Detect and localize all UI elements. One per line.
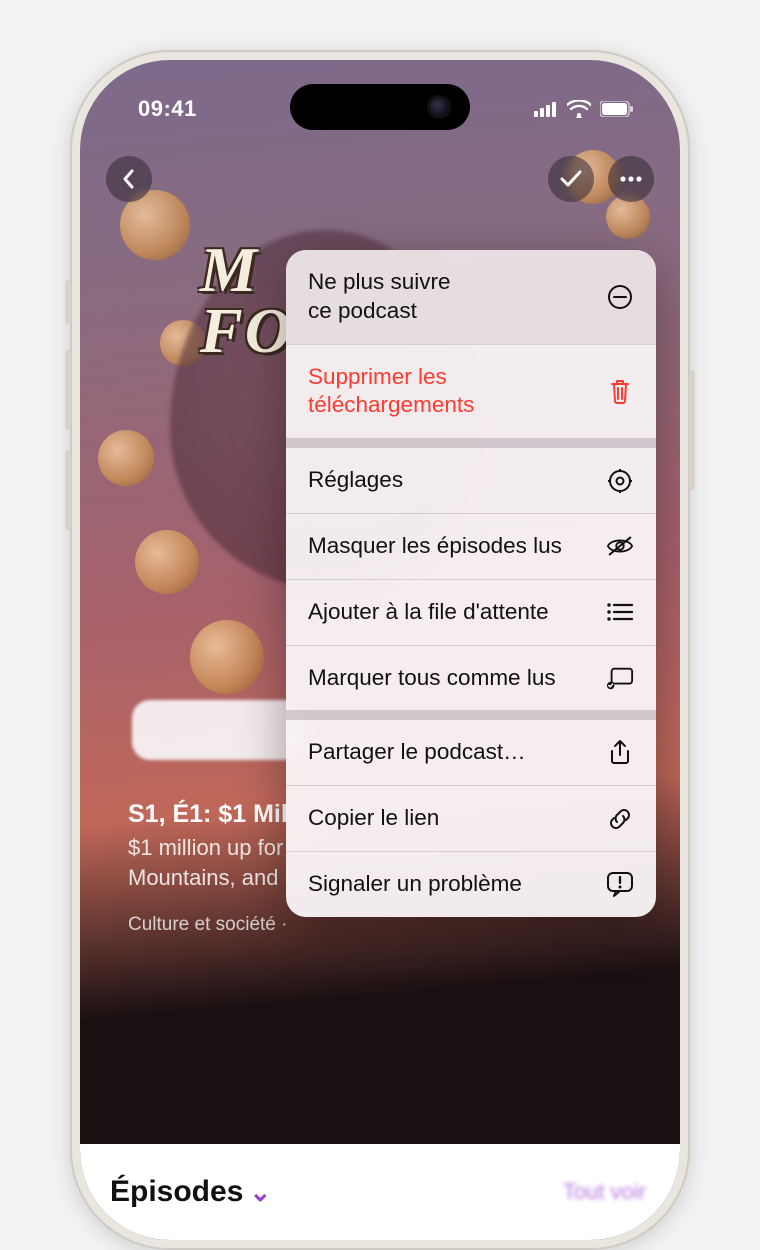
- screen: MFO 09:41: [80, 60, 680, 1240]
- menu-item-share-podcast[interactable]: Partager le podcast…: [286, 720, 656, 785]
- menu-label: Signaler un problème: [308, 870, 592, 899]
- mark-played-icon: [606, 664, 634, 692]
- chevron-left-icon: [121, 169, 137, 189]
- status-time: 09:41: [138, 96, 197, 122]
- checkmark-icon: [560, 170, 582, 188]
- podcast-category: Culture et société ·: [128, 914, 632, 936]
- nav-bar: [80, 156, 680, 202]
- link-icon: [606, 805, 634, 833]
- menu-item-hide-played[interactable]: Masquer les épisodes lus: [286, 514, 656, 579]
- menu-item-add-to-queue[interactable]: Ajouter à la file d'attente: [286, 580, 656, 645]
- share-icon: [606, 739, 634, 767]
- menu-label: Supprimer les téléchargements: [308, 363, 592, 421]
- menu-item-delete-downloads[interactable]: Supprimer les téléchargements: [286, 345, 656, 439]
- front-camera: [430, 98, 448, 116]
- latest-episode-button[interactable]: [132, 700, 302, 760]
- menu-label: Ne plus suivre ce podcast: [308, 268, 592, 326]
- battery-icon: [600, 101, 634, 117]
- menu-item-settings[interactable]: Réglages: [286, 448, 656, 513]
- menu-item-mark-all-played[interactable]: Marquer tous comme lus: [286, 646, 656, 711]
- see-all-link[interactable]: Tout voir: [563, 1179, 646, 1205]
- back-button[interactable]: [106, 156, 152, 202]
- menu-item-report-problem[interactable]: Signaler un problème: [286, 852, 656, 917]
- artwork-coin: [135, 530, 199, 594]
- followed-button[interactable]: [548, 156, 594, 202]
- queue-icon: [606, 598, 634, 626]
- eye-slash-icon: [606, 532, 634, 560]
- artwork-coin: [98, 430, 154, 486]
- menu-item-copy-link[interactable]: Copier le lien: [286, 786, 656, 851]
- iphone-device-frame: MFO 09:41: [70, 50, 690, 1250]
- menu-label: Partager le podcast…: [308, 738, 592, 767]
- menu-label: Ajouter à la file d'attente: [308, 598, 592, 627]
- chevron-down-icon[interactable]: ⌄: [249, 1177, 271, 1208]
- cellular-icon: [534, 101, 558, 117]
- more-button[interactable]: [608, 156, 654, 202]
- episodes-section-header: Épisodes ⌄ Tout voir: [80, 1144, 680, 1240]
- context-menu: Ne plus suivre ce podcast Supprimer les …: [286, 250, 656, 917]
- mute-switch: [65, 280, 71, 324]
- volume-down-button: [65, 450, 71, 530]
- trash-icon: [606, 377, 634, 405]
- dynamic-island: [290, 84, 470, 130]
- podcast-artwork-title: MFO: [200, 240, 293, 362]
- menu-label: Marquer tous comme lus: [308, 664, 592, 693]
- menu-item-unfollow[interactable]: Ne plus suivre ce podcast: [286, 250, 656, 344]
- gear-icon: [606, 467, 634, 495]
- ellipsis-icon: [620, 176, 642, 182]
- wifi-icon: [567, 100, 591, 118]
- volume-up-button: [65, 350, 71, 430]
- power-button: [689, 370, 695, 490]
- episodes-heading[interactable]: Épisodes: [110, 1175, 243, 1209]
- unfollow-icon: [606, 283, 634, 311]
- report-icon: [606, 870, 634, 898]
- menu-label: Masquer les épisodes lus: [308, 532, 592, 561]
- menu-label: Réglages: [308, 466, 592, 495]
- artwork-coin: [190, 620, 264, 694]
- menu-label: Copier le lien: [308, 804, 592, 833]
